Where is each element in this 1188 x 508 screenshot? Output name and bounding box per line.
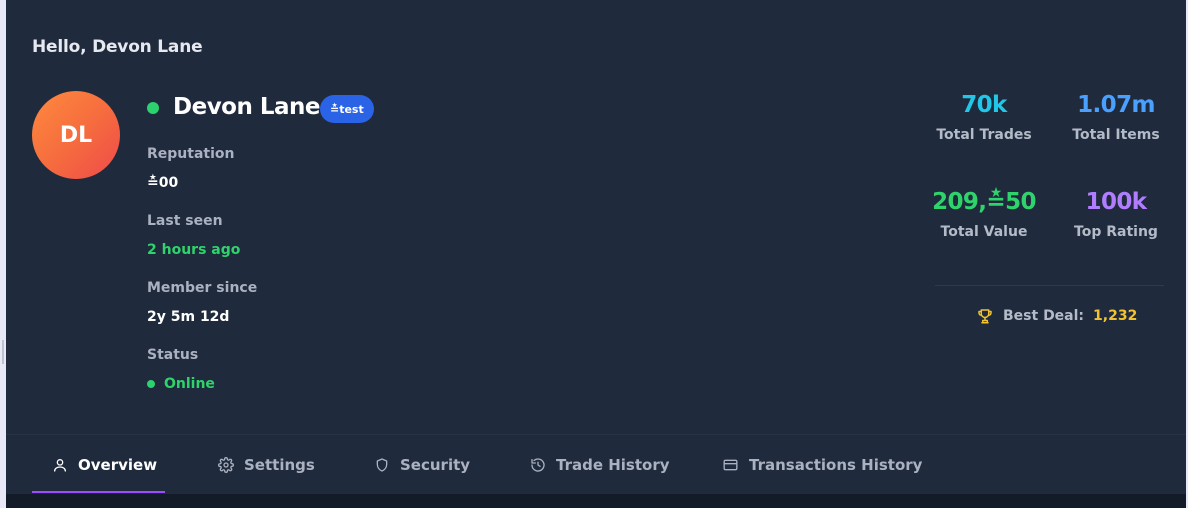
stat-total-trades: 70k Total Trades (919, 92, 1049, 143)
stat-top-rating: 100k Top Rating (1051, 189, 1181, 240)
best-deal-label: Best Deal: (1003, 308, 1085, 324)
last-seen-label: Last seen (147, 213, 223, 229)
trophy-icon (976, 307, 994, 325)
best-deal-value: 1,232 (1093, 308, 1138, 324)
tab-label: Transactions History (749, 455, 923, 474)
greeting-heading: Hello, Devon Lane (32, 37, 203, 57)
tab-settings[interactable]: Settings (218, 435, 315, 494)
user-name: Devon Lane (173, 94, 321, 120)
presence-indicator (147, 102, 159, 114)
stat-value: 100k (1085, 189, 1148, 215)
status-dot (147, 380, 155, 388)
tab-overview[interactable]: Overview (52, 435, 157, 494)
credit-card-icon (722, 457, 739, 473)
avatar: DL (32, 91, 120, 179)
stat-total-value: 209,≛50 Total Value (919, 189, 1049, 240)
content-area-edge (6, 494, 1186, 508)
tab-label: Security (400, 455, 471, 474)
tab-transactions-history[interactable]: Transactions History (722, 435, 922, 494)
stat-label: Total Items (1072, 127, 1160, 143)
reputation-value: ≛00 (147, 175, 179, 191)
tab-label: Overview (78, 455, 158, 474)
avatar-initials: DL (59, 122, 93, 148)
stat-label: Total Value (940, 224, 1028, 240)
status-value: Online (147, 376, 215, 392)
stat-total-items: 1.07m Total Items (1051, 92, 1181, 143)
user-badge[interactable]: ≛test (320, 95, 374, 123)
last-seen-value: 2 hours ago (147, 242, 241, 258)
stat-label: Total Trades (936, 127, 1032, 143)
status-text: Online (164, 376, 215, 392)
gear-icon (218, 456, 234, 473)
tab-trade-history[interactable]: Trade History (530, 435, 670, 494)
stat-value: 209,≛50 (932, 189, 1036, 215)
history-icon (530, 457, 546, 473)
stats-divider (935, 285, 1164, 286)
tab-security[interactable]: Security (374, 435, 470, 494)
tab-label: Trade History (556, 455, 670, 474)
reputation-label: Reputation (147, 146, 235, 162)
active-tab-indicator (32, 491, 165, 493)
tab-label: Settings (244, 455, 315, 474)
stat-value: 1.07m (1077, 92, 1155, 118)
status-label: Status (147, 347, 199, 363)
member-since-value: 2y 5m 12d (147, 309, 230, 325)
profile-tabs: Overview Settings Security Trade History… (6, 435, 1186, 494)
stat-value: 70k (961, 92, 1007, 118)
stat-label: Top Rating (1074, 224, 1158, 240)
user-icon (52, 457, 68, 473)
profile-card: Hello, Devon Lane DL Devon Lane ≛test Re… (6, 0, 1186, 508)
user-badge-label: ≛test (330, 102, 364, 116)
member-since-label: Member since (147, 280, 258, 296)
best-deal: Best Deal: 1,232 (976, 307, 1137, 325)
shield-icon (374, 457, 390, 473)
